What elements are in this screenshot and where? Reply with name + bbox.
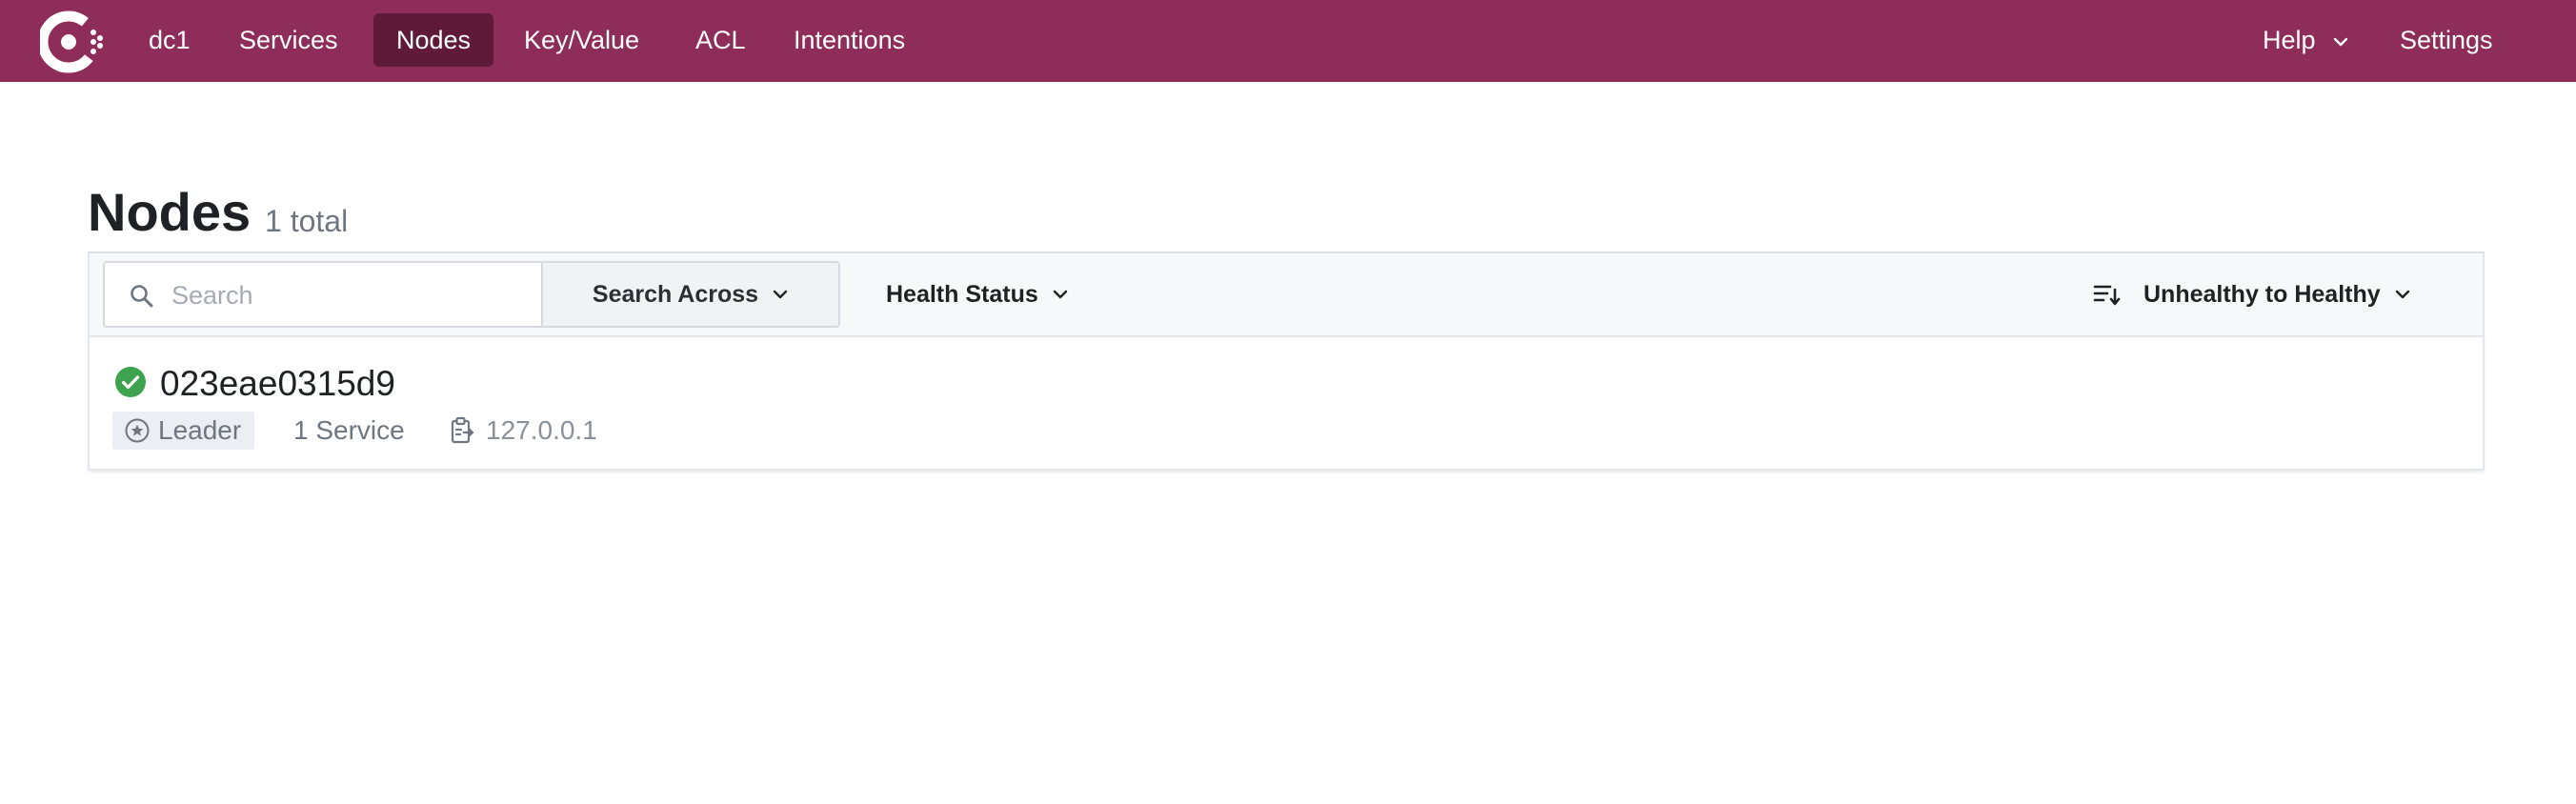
leader-badge: Leader [112, 412, 255, 450]
nav-intentions[interactable]: Intentions [771, 13, 928, 67]
node-address: 127.0.0.1 [450, 412, 597, 450]
search-icon [131, 285, 153, 308]
leader-badge-label: Leader [158, 415, 242, 445]
nav-acl[interactable]: ACL [673, 13, 769, 67]
nav-services[interactable]: Services [216, 13, 361, 67]
chevron-down-icon [2333, 37, 2348, 47]
chevron-down-icon [2395, 290, 2409, 299]
health-status-label: Health Status [886, 280, 1038, 308]
search-across-label: Search Across [592, 280, 759, 308]
node-name-link[interactable]: 023eae0315d9 [160, 362, 395, 406]
list-item[interactable] [88, 335, 2485, 471]
clipboard-icon[interactable] [450, 416, 474, 445]
consul-logo-icon[interactable] [40, 7, 107, 73]
nav-datacenter[interactable]: dc1 [126, 13, 213, 67]
nav-nodes[interactable]: Nodes [373, 13, 494, 67]
search-across-dropdown[interactable]: Search Across [541, 261, 840, 328]
search-box [103, 261, 543, 328]
nav-settings[interactable]: Settings [2377, 13, 2516, 67]
star-circle-icon [125, 418, 150, 443]
page-title: Nodes [88, 182, 252, 242]
node-address-value: 127.0.0.1 [486, 415, 597, 445]
sort-dropdown[interactable]: Unhealthy to Healthy [2092, 261, 2411, 328]
nav-key-value[interactable]: Key/Value [501, 13, 662, 67]
page-total-count: 1 total [265, 204, 349, 238]
check-circle-icon [115, 367, 146, 397]
health-status-dropdown[interactable]: Health Status [886, 261, 1069, 328]
top-navigation-bar: dc1 Services Nodes Key/Value ACL Intenti… [0, 0, 2576, 82]
chevron-down-icon [1053, 290, 1067, 299]
service-count: 1 Service [293, 415, 405, 445]
sort-icon [2093, 285, 2121, 306]
chevron-down-icon [773, 290, 788, 299]
nav-help[interactable]: Help [2240, 13, 2372, 67]
sort-label: Unhealthy to Healthy [2143, 280, 2381, 308]
search-input[interactable] [171, 272, 524, 318]
nav-help-label: Help [2263, 26, 2316, 54]
